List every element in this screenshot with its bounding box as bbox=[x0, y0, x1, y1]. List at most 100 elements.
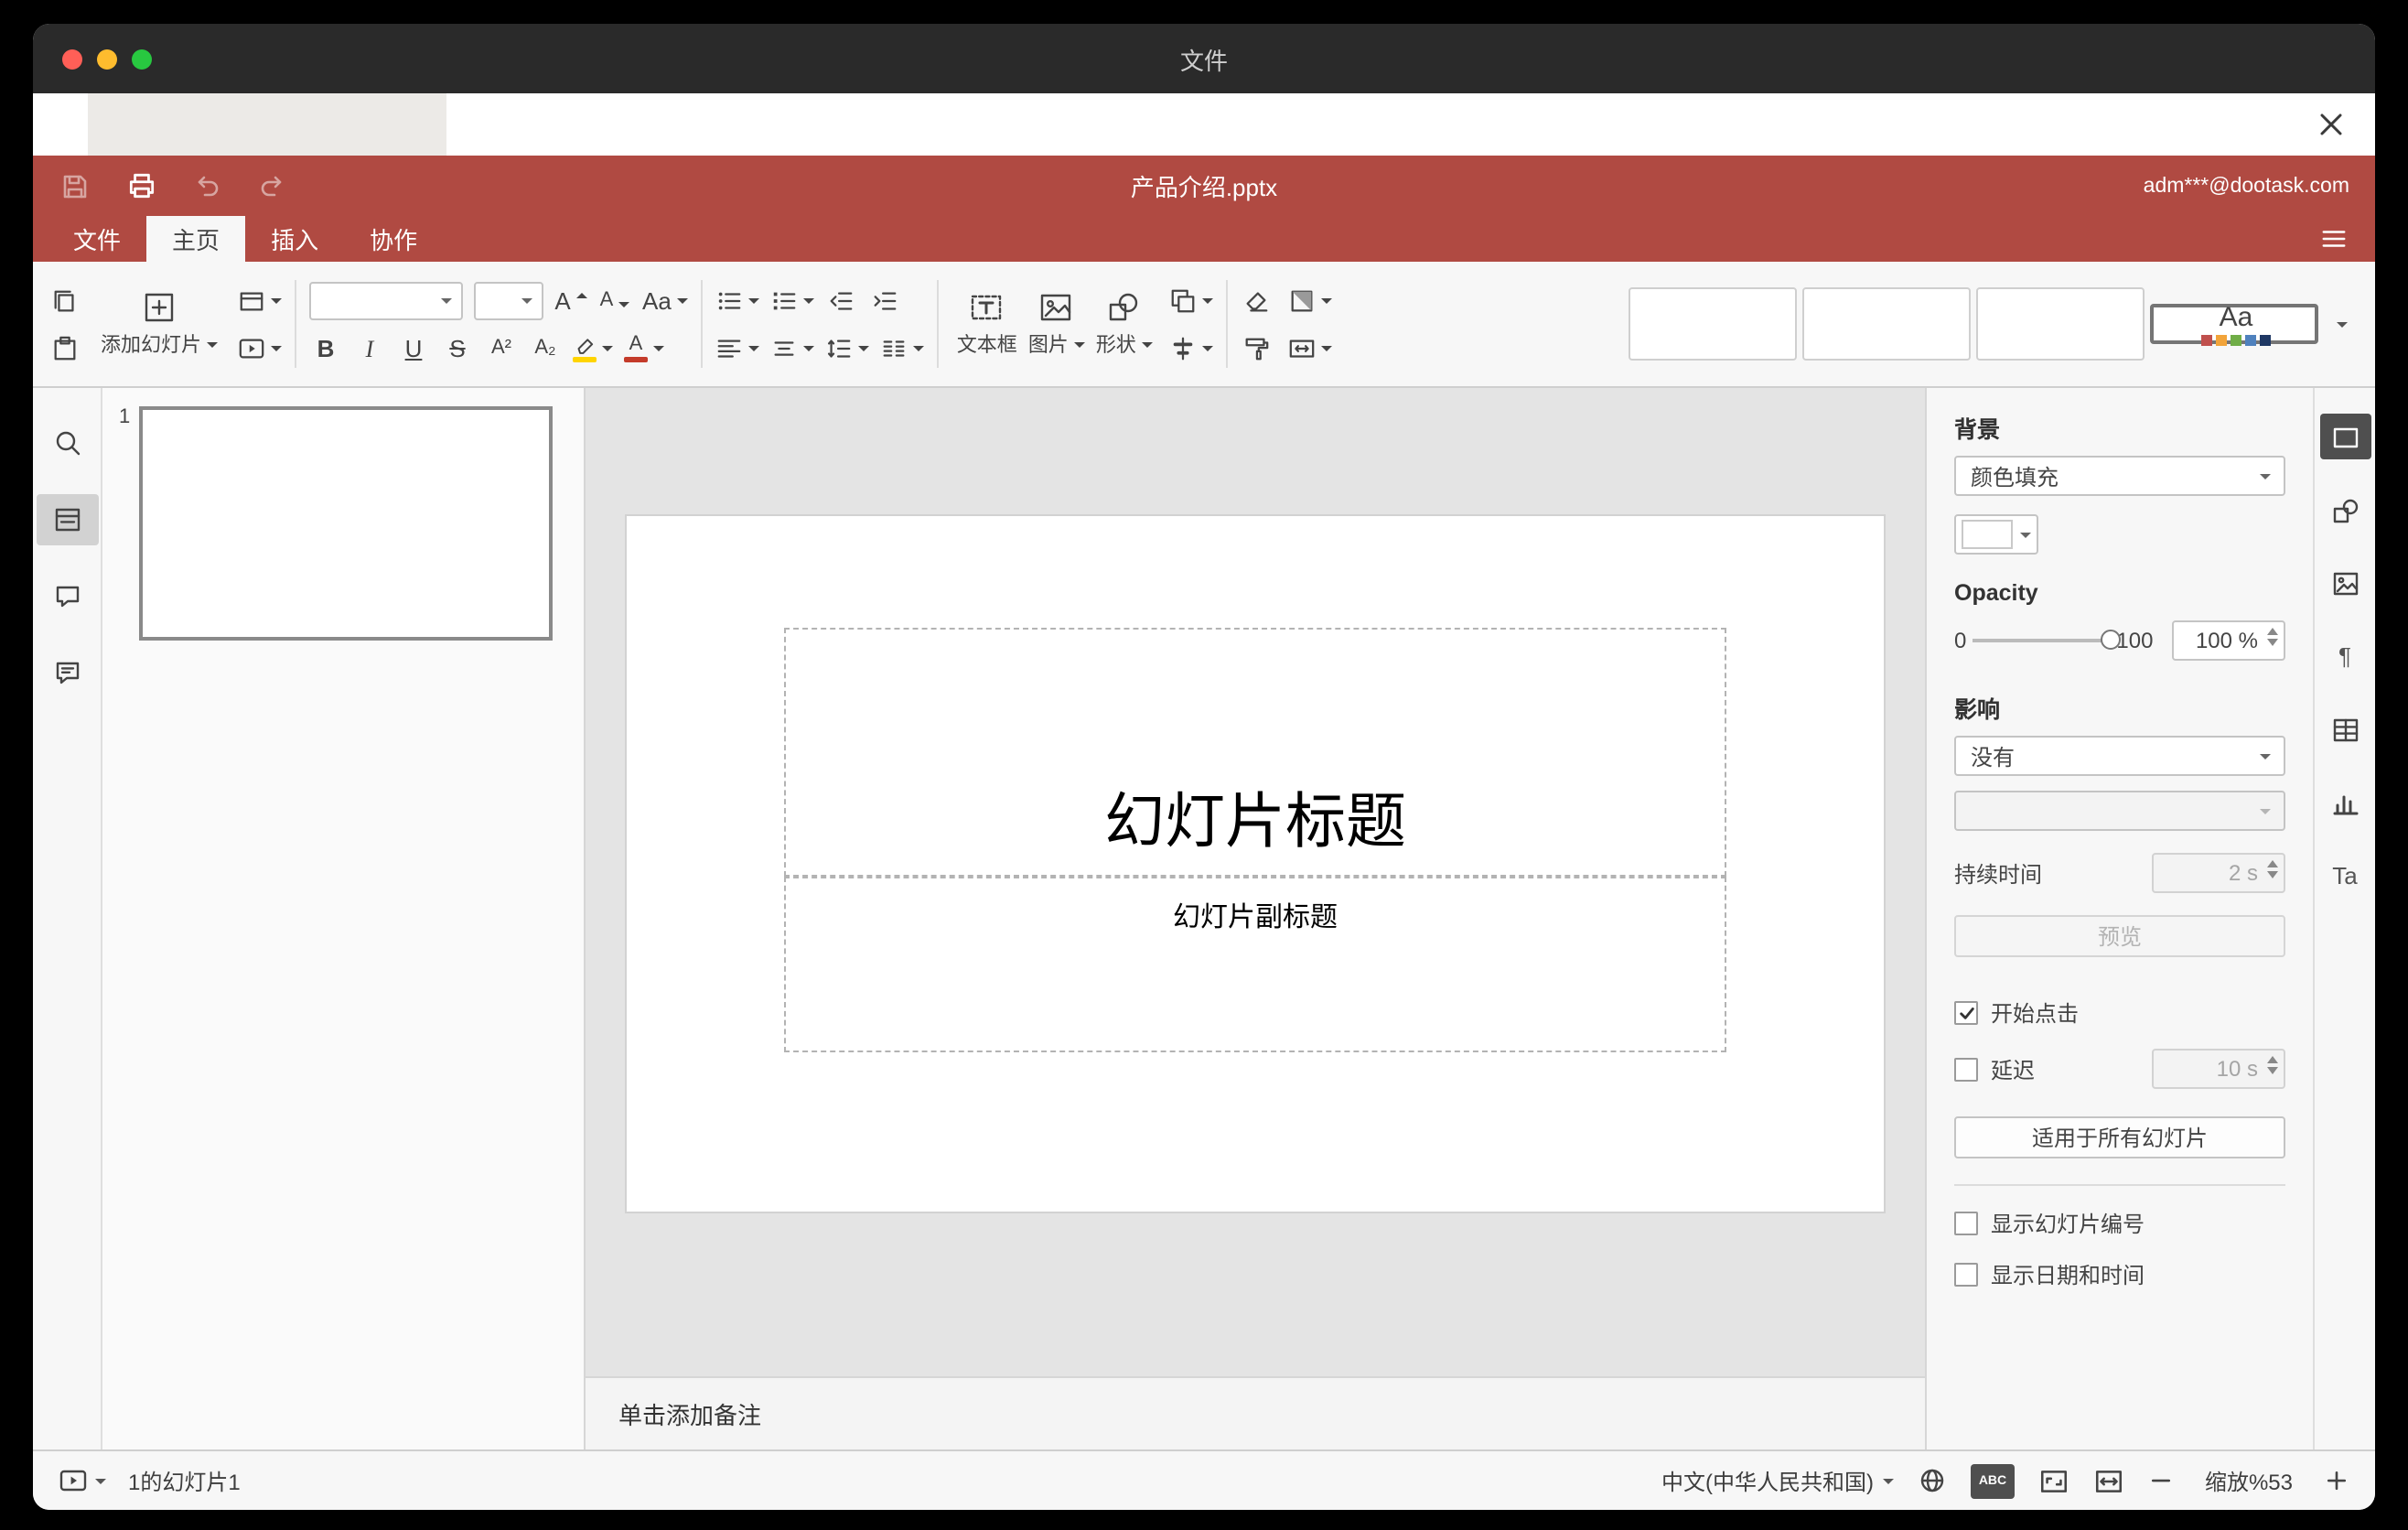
numbering-icon[interactable] bbox=[770, 280, 814, 320]
zoom-out-icon[interactable] bbox=[2148, 1468, 2174, 1493]
theme-preview-3[interactable] bbox=[1976, 287, 2145, 361]
comments-icon[interactable] bbox=[36, 571, 98, 622]
apply-to-all-slides-button[interactable]: 适用于所有幻灯片 bbox=[1954, 1116, 2285, 1158]
subscript-icon[interactable]: A₂ bbox=[529, 328, 562, 368]
change-case-icon[interactable]: Aa bbox=[642, 280, 688, 320]
opacity-slider[interactable] bbox=[1972, 630, 2121, 650]
zoom-in-icon[interactable] bbox=[2324, 1468, 2349, 1493]
superscript-icon[interactable]: A² bbox=[485, 328, 518, 368]
highlight-color-icon[interactable] bbox=[573, 328, 613, 368]
textbox-label: 文本框 bbox=[956, 335, 1017, 357]
redo-icon[interactable] bbox=[249, 164, 296, 208]
show-date-time-checkbox[interactable]: 显示日期和时间 bbox=[1954, 1259, 2285, 1290]
undo-icon[interactable] bbox=[183, 164, 231, 208]
tab-collaboration[interactable]: 协作 bbox=[344, 216, 443, 262]
menu-icon[interactable] bbox=[2313, 220, 2353, 258]
paste-icon[interactable] bbox=[48, 328, 81, 368]
editor-window: 文件 产品介绍.pptx adm***@dootask.com 文件 主页 插入… bbox=[33, 24, 2375, 1510]
subtitle-placeholder[interactable]: 幻灯片副标题 bbox=[784, 877, 1726, 1052]
slides-panel-icon[interactable] bbox=[36, 494, 98, 545]
copy-style-icon[interactable] bbox=[1241, 328, 1274, 368]
tab-insert[interactable]: 插入 bbox=[245, 216, 344, 262]
insert-shape-button[interactable]: 形状 bbox=[1091, 289, 1158, 359]
print-icon[interactable] bbox=[117, 164, 165, 208]
editor-header: 产品介绍.pptx adm***@dootask.com 文件 主页 插入 协作 bbox=[33, 156, 2375, 262]
tab-file[interactable]: 文件 bbox=[48, 216, 146, 262]
table-settings-icon[interactable] bbox=[2319, 706, 2370, 752]
background-fill-select[interactable]: 颜色填充 bbox=[1954, 456, 2285, 496]
document-language-icon[interactable] bbox=[1918, 1466, 1947, 1495]
editing-canvas: 幻灯片标题 幻灯片副标题 单击添加备注 bbox=[586, 388, 1925, 1449]
strikethrough-icon[interactable]: S bbox=[441, 328, 474, 368]
slide-thumbnail-1[interactable] bbox=[139, 406, 553, 641]
slide-size-icon[interactable] bbox=[1288, 328, 1332, 368]
vertical-align-icon[interactable] bbox=[770, 328, 814, 368]
copy-icon[interactable] bbox=[48, 280, 81, 320]
delay-checkbox[interactable]: 延迟 bbox=[1954, 1053, 2035, 1084]
checkbox-unchecked[interactable] bbox=[1954, 1263, 1978, 1287]
font-name-select[interactable] bbox=[309, 281, 463, 319]
shape-settings-icon[interactable] bbox=[2319, 487, 2370, 533]
chart-settings-icon[interactable] bbox=[2319, 780, 2370, 825]
font-decrease-icon[interactable]: A bbox=[598, 280, 631, 320]
columns-icon[interactable] bbox=[880, 328, 924, 368]
increase-indent-icon[interactable] bbox=[869, 280, 902, 320]
save-icon[interactable] bbox=[51, 164, 99, 208]
theme-preview-selected[interactable]: Aa bbox=[2150, 303, 2318, 345]
paragraph-settings-icon[interactable]: ¶ bbox=[2319, 633, 2370, 679]
image-settings-icon[interactable] bbox=[2319, 560, 2370, 606]
insert-textbox-button[interactable]: 文本框 bbox=[951, 289, 1023, 359]
theme-preview-1[interactable] bbox=[1629, 287, 1797, 361]
chat-icon[interactable] bbox=[36, 648, 98, 699]
tab-home[interactable]: 主页 bbox=[146, 216, 246, 262]
start-slideshow-icon[interactable] bbox=[238, 328, 282, 368]
notes-area[interactable]: 单击添加备注 bbox=[586, 1376, 1925, 1449]
opacity-slider-handle[interactable] bbox=[2100, 630, 2121, 650]
start-slideshow-status-icon[interactable] bbox=[59, 1466, 88, 1495]
italic-icon[interactable]: I bbox=[353, 328, 386, 368]
checkbox-unchecked[interactable] bbox=[1954, 1212, 1978, 1235]
slide-fill-icon[interactable] bbox=[1288, 280, 1332, 320]
show-slide-number-checkbox[interactable]: 显示幻灯片编号 bbox=[1954, 1208, 2285, 1239]
fit-slide-icon[interactable] bbox=[2038, 1465, 2069, 1496]
left-sidebar bbox=[33, 388, 102, 1449]
font-size-select[interactable] bbox=[474, 281, 543, 319]
theme-preview-2[interactable] bbox=[1802, 287, 1971, 361]
arrange-shape-icon[interactable] bbox=[1169, 280, 1213, 320]
thumbnail-number: 1 bbox=[119, 406, 131, 428]
slide-settings-icon[interactable] bbox=[2319, 414, 2370, 459]
line-spacing-icon[interactable] bbox=[825, 328, 869, 368]
search-icon[interactable] bbox=[36, 417, 98, 469]
textart-settings-icon[interactable]: Ta bbox=[2319, 853, 2370, 899]
add-slide-button[interactable]: 添加幻灯片 bbox=[95, 289, 223, 359]
duration-row: 持续时间 2 s bbox=[1954, 853, 2285, 893]
delay-row: 延迟 10 s bbox=[1954, 1049, 2285, 1089]
checkbox-checked[interactable] bbox=[1954, 1001, 1978, 1025]
language-select[interactable]: 中文(中华人民共和国) bbox=[1661, 1465, 1894, 1496]
clear-style-icon[interactable] bbox=[1241, 280, 1274, 320]
fit-width-icon[interactable] bbox=[2093, 1465, 2124, 1496]
titlebar: 文件 bbox=[33, 24, 2375, 93]
slide-canvas[interactable]: 幻灯片标题 幻灯片副标题 bbox=[627, 516, 1884, 1212]
spellcheck-icon[interactable]: ABC bbox=[1971, 1463, 2015, 1498]
bullets-icon[interactable] bbox=[715, 280, 759, 320]
horizontal-align-icon[interactable] bbox=[715, 328, 759, 368]
background-color-swatch[interactable] bbox=[1954, 514, 2038, 555]
zoom-level-label[interactable]: 缩放%53 bbox=[2198, 1465, 2300, 1496]
bold-icon[interactable]: B bbox=[309, 328, 342, 368]
opacity-spinner[interactable]: 100 % bbox=[2172, 620, 2285, 661]
slide-layout-icon[interactable] bbox=[238, 280, 282, 320]
title-placeholder[interactable]: 幻灯片标题 bbox=[784, 628, 1726, 877]
insert-image-button[interactable]: 图片 bbox=[1023, 289, 1091, 359]
align-shape-icon[interactable] bbox=[1169, 328, 1213, 368]
underline-icon[interactable]: U bbox=[397, 328, 430, 368]
checkbox-unchecked[interactable] bbox=[1954, 1057, 1978, 1081]
theme-gallery-expand-icon[interactable] bbox=[2324, 287, 2360, 361]
slideshow-options-icon[interactable] bbox=[95, 1478, 106, 1483]
start-on-click-checkbox[interactable]: 开始点击 bbox=[1954, 997, 2285, 1029]
effect-select[interactable]: 没有 bbox=[1954, 736, 2285, 776]
font-increase-icon[interactable]: A bbox=[554, 280, 587, 320]
close-icon[interactable] bbox=[2313, 106, 2349, 143]
decrease-indent-icon[interactable] bbox=[825, 280, 858, 320]
font-color-icon[interactable]: A bbox=[624, 328, 664, 368]
